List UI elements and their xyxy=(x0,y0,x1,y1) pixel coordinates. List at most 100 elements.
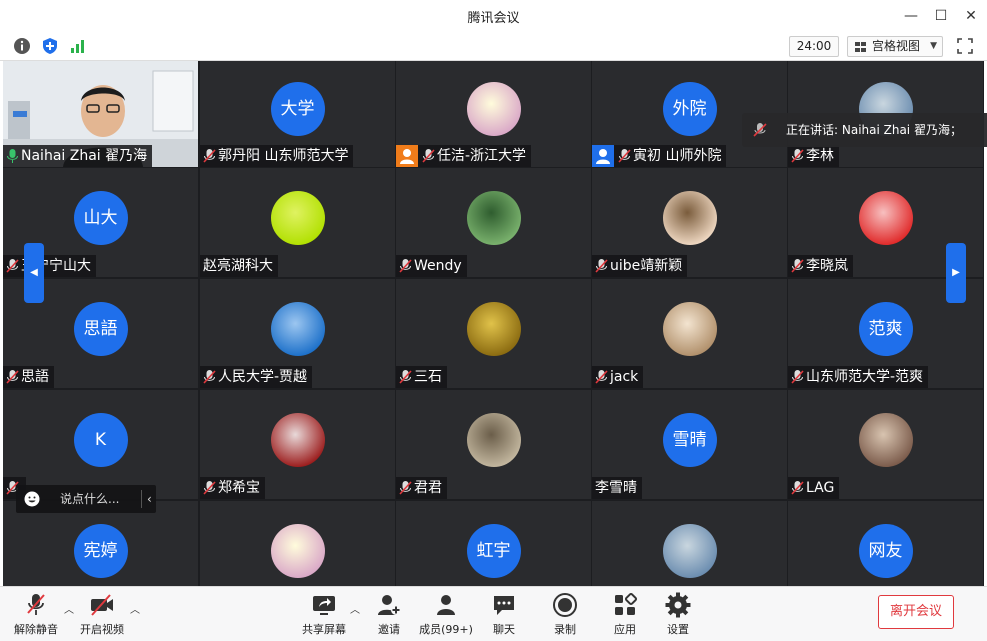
fullscreen-icon[interactable] xyxy=(957,38,973,54)
participant-tile[interactable]: 郑希宝 xyxy=(200,390,395,499)
participant-avatar-photo xyxy=(466,412,521,467)
participant-tile[interactable]: LAG xyxy=(788,390,983,499)
settings-button[interactable]: 设置 xyxy=(661,591,695,637)
participant-tile[interactable]: 赵亮湖科大 xyxy=(200,168,395,277)
participant-name: Naihai Zhai 翟乃海 xyxy=(21,148,148,164)
members-button[interactable]: 成员(99+) xyxy=(418,591,474,637)
speaking-indicator: 正在讲话: Naihai Zhai 翟乃海； xyxy=(742,113,987,147)
participant-avatar: 宪婷 xyxy=(73,523,128,578)
participant-nameplate: 李晓岚 xyxy=(788,255,853,277)
mic-muted-icon xyxy=(791,370,804,384)
participant-name: 李晓岚 xyxy=(806,258,848,274)
participant-name: jack xyxy=(610,369,639,385)
security-shield-icon[interactable] xyxy=(41,37,59,55)
start-video-button[interactable]: 开启视频 xyxy=(78,591,126,637)
record-button[interactable]: 录制 xyxy=(548,591,582,637)
share-options-caret-icon[interactable]: ︿ xyxy=(350,601,360,616)
meeting-timer: 24:00 xyxy=(789,36,839,57)
speaking-text: 正在讲话: Naihai Zhai 翟乃海； xyxy=(786,123,962,137)
invite-label: 邀请 xyxy=(378,623,400,636)
participant-name: 任洁-浙江大学 xyxy=(437,148,527,164)
participant-tile[interactable]: jack xyxy=(592,279,787,388)
chat-divider xyxy=(141,490,142,508)
participant-tile[interactable] xyxy=(200,501,395,586)
mic-muted-icon xyxy=(6,259,19,273)
grid-view-icon xyxy=(855,42,866,52)
collapse-chevron-icon[interactable]: ‹ xyxy=(147,485,152,513)
participant-avatar-photo xyxy=(662,190,717,245)
participant-name: 人民大学-贾越 xyxy=(218,369,308,385)
participant-tile[interactable]: K xyxy=(3,390,198,499)
participant-nameplate: LAG xyxy=(788,477,840,499)
minimize-button[interactable]: — xyxy=(899,4,923,28)
invite-button[interactable]: 邀请 xyxy=(372,591,406,637)
participant-name: 君君 xyxy=(414,480,442,496)
audio-options-caret-icon[interactable]: ︿ xyxy=(64,601,74,616)
caret-down-icon: ▼ xyxy=(930,41,937,51)
apps-button[interactable]: 应用 xyxy=(608,591,642,637)
meeting-controls: 解除静音 ︿ 开启视频 ︿ 共享屏幕 ︿ 邀请 成员(99+) 聊天 录制 应用… xyxy=(0,586,987,641)
mic-muted-icon xyxy=(203,370,216,384)
participant-tile[interactable]: 虹宇 xyxy=(396,501,591,586)
settings-label: 设置 xyxy=(667,623,689,636)
participant-tile[interactable]: 宪婷 xyxy=(3,501,198,586)
unmute-button[interactable]: 解除静音 xyxy=(12,591,60,637)
participant-tile[interactable]: 网友 xyxy=(788,501,983,586)
participant-nameplate: 思語 xyxy=(3,366,54,388)
participant-name: 李林 xyxy=(806,148,834,164)
participant-nameplate: 王宁宁山大 xyxy=(3,255,96,277)
members-icon xyxy=(437,595,455,615)
participant-avatar: 网友 xyxy=(858,523,913,578)
chat-bubble-icon xyxy=(494,596,514,615)
participant-avatar-photo xyxy=(466,190,521,245)
participant-tile[interactable]: uibe靖新颖 xyxy=(592,168,787,277)
participant-name: 郑希宝 xyxy=(218,480,260,496)
prev-page-button[interactable]: ◀ xyxy=(24,243,44,303)
chat-quick-input[interactable]: 说点什么... ‹ xyxy=(16,485,156,513)
mic-muted-icon xyxy=(595,259,608,273)
participant-avatar: 外院 xyxy=(662,82,717,136)
participant-tile[interactable]: 人民大学-贾越 xyxy=(200,279,395,388)
mic-muted-icon xyxy=(399,370,412,384)
mic-muted-icon xyxy=(618,149,631,163)
camera-off-icon xyxy=(91,594,113,616)
next-page-button[interactable]: ▶ xyxy=(946,243,966,303)
participant-avatar-photo xyxy=(466,301,521,356)
mic-muted-icon xyxy=(399,259,412,273)
mic-muted-icon xyxy=(595,370,608,384)
participant-name: uibe靖新颖 xyxy=(610,258,683,274)
participant-nameplate: Naihai Zhai 翟乃海 xyxy=(3,145,153,167)
participant-nameplate: 三石 xyxy=(396,366,447,388)
info-icon[interactable] xyxy=(13,37,31,55)
meeting-toolbar: 24:00 宫格视图 ▼ xyxy=(0,31,987,61)
participant-avatar-photo xyxy=(270,523,325,578)
participant-tile[interactable]: 大学 郭丹阳 山东师范大学 xyxy=(200,61,395,167)
participant-tile[interactable] xyxy=(592,501,787,586)
chat-button[interactable]: 聊天 xyxy=(487,591,521,637)
participant-tile[interactable]: 君君 xyxy=(396,390,591,499)
participant-nameplate: 李林 xyxy=(788,145,839,167)
close-button[interactable]: ✕ xyxy=(959,4,983,28)
participant-tile[interactable]: 雪晴 李雪晴 xyxy=(592,390,787,499)
mic-muted-icon xyxy=(6,370,19,384)
mic-muted-icon xyxy=(399,481,412,495)
record-icon xyxy=(553,593,577,617)
share-screen-button[interactable]: 共享屏幕 xyxy=(298,591,350,637)
participant-avatar-photo xyxy=(858,190,913,245)
participant-badge-icon xyxy=(592,145,614,167)
leave-meeting-button[interactable]: 离开会议 xyxy=(878,595,954,629)
mic-muted-icon xyxy=(791,481,804,495)
participant-tile[interactable]: 任洁-浙江大学 xyxy=(396,61,591,167)
maximize-button[interactable]: ☐ xyxy=(929,4,953,28)
view-mode-select[interactable]: 宫格视图 ▼ xyxy=(847,36,943,57)
signal-strength-icon[interactable] xyxy=(69,37,87,55)
window-title: 腾讯会议 xyxy=(467,11,520,26)
video-options-caret-icon[interactable]: ︿ xyxy=(130,601,140,616)
participant-tile[interactable]: Wendy xyxy=(396,168,591,277)
participant-tile[interactable]: Naihai Zhai 翟乃海 xyxy=(3,61,198,167)
mic-muted-icon xyxy=(27,594,45,615)
emoji-icon[interactable] xyxy=(24,491,40,507)
share-screen-icon xyxy=(313,596,335,615)
share-screen-label: 共享屏幕 xyxy=(302,623,346,636)
participant-tile[interactable]: 三石 xyxy=(396,279,591,388)
